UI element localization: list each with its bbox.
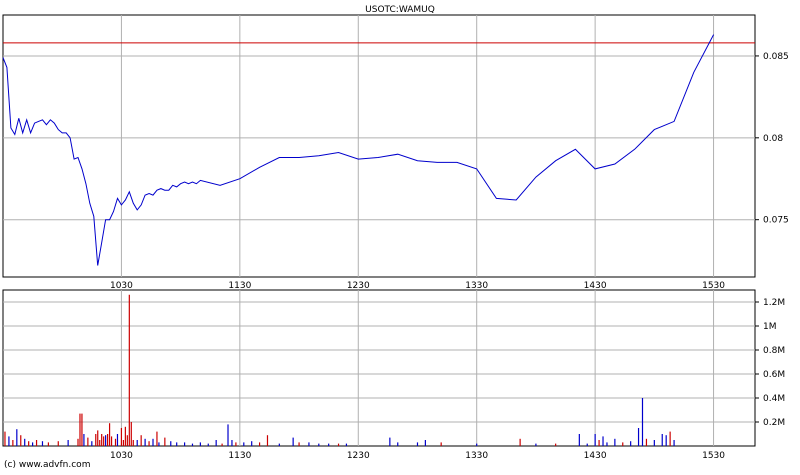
- credit-text: (c) www.advfn.com: [4, 460, 91, 470]
- price-y-tick-label: 0.08: [763, 134, 783, 144]
- volume-x-tick-label: 1430: [584, 451, 607, 461]
- volume-panel: 1030 1130 1230 1330 1430 1530 0.2M 0.4M 0.6M 0.8M…: [2, 289, 785, 461]
- volume-y-tick-label: 0.4M: [763, 394, 785, 404]
- volume-x-tick-label: 1230: [347, 451, 370, 461]
- volume-x-tick-label: 1530: [702, 451, 725, 461]
- chart-root: USOTC:WAMUQ 1030 1130 1230 1330 1430 1530 0.07…: [2, 5, 789, 461]
- chart-title: USOTC:WAMUQ: [365, 5, 435, 15]
- price-plot-frame: [2, 14, 756, 278]
- volume-x-tick-label: 1030: [110, 451, 133, 461]
- volume-y-tick-label: 0.2M: [763, 418, 785, 428]
- volume-x-tick-label: 1330: [465, 451, 488, 461]
- volume-y-tick-label: 0.8M: [763, 346, 785, 356]
- price-panel: 1030 1130 1230 1330 1430 15300.0750.080.085: [2, 14, 789, 291]
- volume-x-tick-label: 1130: [228, 451, 251, 461]
- price-y-tick-label: 0.075: [763, 216, 789, 226]
- volume-y-tick-label: 1M: [763, 322, 777, 332]
- price-y-tick-label: 0.085: [763, 52, 789, 62]
- volume-y-tick-label: 0.6M: [763, 370, 785, 380]
- volume-y-tick-label: 1.2M: [763, 298, 785, 308]
